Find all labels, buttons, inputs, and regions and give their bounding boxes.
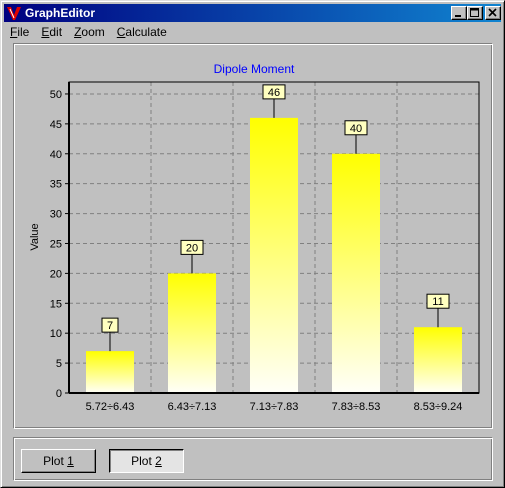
y-tick-label: 50 [50,89,62,101]
plot-2-button[interactable]: Plot 2 [109,449,184,473]
y-tick-label: 5 [56,358,62,370]
y-axis-label: Value [29,223,41,250]
title-bar[interactable]: GraphEditor [4,4,501,22]
y-tick-label: 25 [50,238,62,250]
x-tick-label: 7.83÷8.53 [332,401,381,413]
button-panel: Plot 1 Plot 2 [13,437,493,481]
y-tick-label: 45 [50,119,62,131]
bar [86,351,134,393]
menu-calculate[interactable]: Calculate [111,23,173,41]
menu-calculate-label: alculate [125,25,167,39]
close-button[interactable] [485,6,501,20]
y-tick-label: 0 [56,388,62,400]
app-logo-icon [7,7,21,20]
maximize-icon [470,8,479,17]
y-tick-label: 20 [50,268,62,280]
x-tick-label: 7.13÷7.83 [250,401,299,413]
y-tick-label: 10 [50,328,62,340]
menu-edit-label: dit [49,25,63,39]
minimize-button[interactable] [451,6,467,20]
menu-edit[interactable]: Edit [35,23,68,41]
menu-zoom-label: oom [81,25,105,39]
data-label: 40 [350,123,362,135]
bar [168,273,216,393]
plot-1-accelerator: 1 [67,454,74,468]
chart-panel: Dipole Moment Value 7 20 46 40 11 0 5 10 15 20 25… [13,43,493,429]
chart-title: Dipole Moment [214,62,295,76]
y-tick-label: 35 [50,179,62,191]
plot-2-accelerator: 2 [155,454,162,468]
data-label: 20 [186,242,198,254]
x-tick-label: 5.72÷6.43 [86,401,135,413]
plot-2-label: Plot [131,454,156,468]
x-tick-label: 6.43÷7.13 [168,401,217,413]
data-label: 7 [107,320,113,332]
bar [250,117,298,393]
plot-1-label: Plot [43,454,68,468]
minimize-icon [455,15,461,17]
menu-bar: File Edit Zoom Calculate [4,23,501,41]
maximize-button[interactable] [467,6,483,20]
y-tick-label: 15 [50,298,62,310]
plot-1-button[interactable]: Plot 1 [21,449,96,473]
x-tick-label: 8.53÷9.24 [414,401,463,413]
menu-file[interactable]: File [4,23,35,41]
data-label: 46 [268,87,280,99]
y-tick-label: 40 [50,149,62,161]
data-label: 11 [432,296,443,308]
menu-zoom[interactable]: Zoom [68,23,111,41]
bar-chart: Dipole Moment Value 7 20 46 40 11 0 5 10 15 20 25… [29,62,480,413]
window-title: GraphEditor [25,6,96,20]
close-icon [488,8,497,17]
bar [332,153,380,393]
bar [414,327,462,393]
y-tick-label: 30 [50,209,62,221]
app-window: GraphEditor File Edit Zoom Calculate Dip… [0,0,505,488]
menu-file-label: ile [17,25,30,39]
bars [86,117,462,393]
